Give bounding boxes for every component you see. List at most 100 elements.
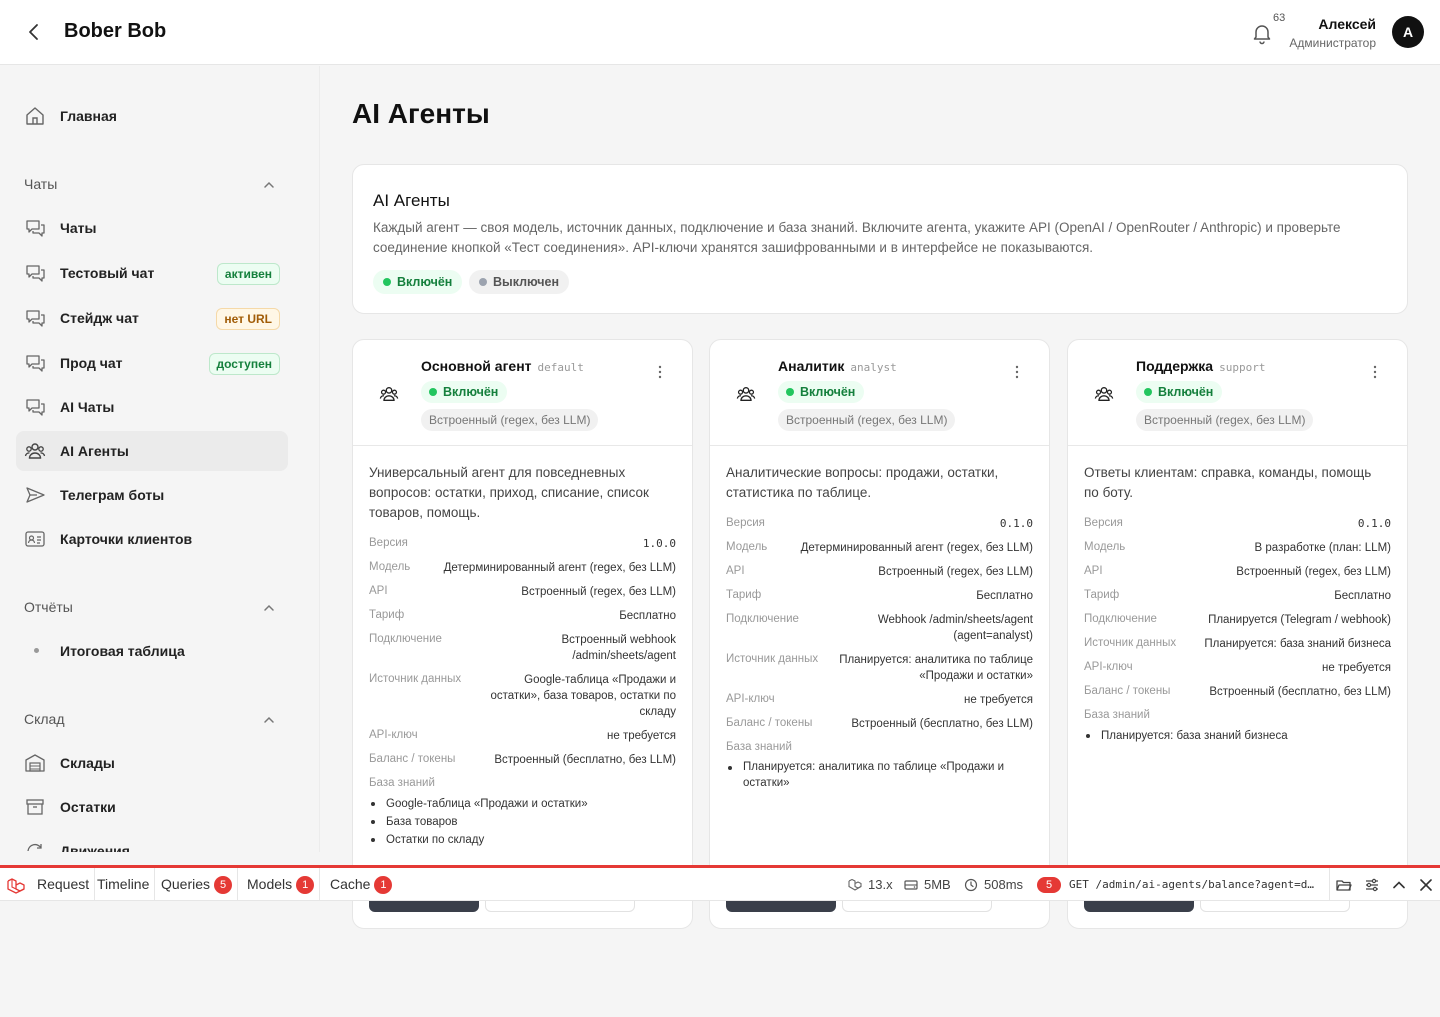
sidebar-item-warehouses[interactable]: Склады (16, 743, 288, 783)
sidebar-item-telegram-bots[interactable]: Телеграм боты (16, 475, 288, 515)
archive-icon (26, 799, 44, 815)
info-card-title: AI Агенты (373, 191, 450, 210)
sidebar-item-movements[interactable]: Движения (16, 831, 288, 852)
field-api: Встроенный (regex, без LLM) (521, 586, 676, 598)
close-icon[interactable] (1418, 877, 1434, 893)
tab-label: Models (247, 876, 293, 892)
home-icon (26, 107, 44, 125)
user-role: Администратор (1289, 36, 1376, 50)
status-text: Включён (443, 385, 499, 399)
sidebar-item-label: Прод чат (60, 355, 123, 371)
id-card-icon (25, 531, 45, 547)
field-api: Встроенный (regex, без LLM) (1236, 566, 1391, 578)
users-icon (379, 386, 399, 402)
status-badge: нет URL (216, 308, 280, 330)
field-label: Модель (726, 541, 768, 553)
bullet-dot-icon (34, 648, 39, 653)
more-vertical-icon[interactable] (1009, 364, 1025, 380)
more-vertical-icon[interactable] (652, 364, 668, 380)
sidebar-item-label: Движения (60, 843, 130, 852)
sidebar-item-chats[interactable]: Чаты (16, 208, 288, 248)
app-title: Bober Bob (64, 20, 167, 42)
list-item: Планируется: база знаний бизнеса (1084, 727, 1384, 745)
memory-stat: 5MB (904, 868, 951, 901)
info-card: AI Агенты Каждый агент — своя модель, ис… (352, 164, 1408, 314)
engine-badge: Встроенный (regex, без LLM) (421, 409, 599, 431)
agent-name-text: Аналитик (778, 358, 845, 374)
sidebar-item-label: AI Чаты (60, 399, 115, 415)
field-connection: Планируется (Telegram / webhook) (1208, 614, 1391, 626)
engine-badge: Встроенный (regex, без LLM) (778, 409, 956, 431)
tab-label: Queries (161, 876, 211, 892)
stat-value: 13.x (868, 877, 893, 892)
folder-open-icon[interactable] (1336, 877, 1352, 893)
field-label: Источник данных (1084, 637, 1177, 649)
field-model: Детерминированный агент (regex, без LLM) (800, 542, 1033, 554)
legend-disabled: Выключен (469, 270, 570, 294)
sidebar-item-test-chat[interactable]: Тестовый чат активен (16, 253, 288, 293)
sidebar-item-label: Главная (60, 108, 117, 124)
page-title: AI Агенты (352, 98, 490, 129)
section-reports-toggle[interactable]: Отчёты (24, 599, 280, 619)
sidebar-item-label: Стейдж чат (60, 310, 139, 326)
field-label: База знаний (1084, 709, 1150, 721)
sidebar-item-label: Телеграм боты (60, 487, 165, 503)
knowledge-base-list: Google-таблица «Продажи и остатки» База … (369, 795, 669, 849)
sidebar-item-summary-table[interactable]: Итоговая таблица (16, 631, 288, 671)
chevron-up-icon[interactable] (1391, 877, 1407, 893)
field-balance: Встроенный (бесплатно, без LLM) (494, 754, 676, 766)
user-name[interactable]: Алексей (1318, 16, 1376, 32)
sidebar-item-stock[interactable]: Остатки (16, 787, 288, 827)
divider (1329, 868, 1330, 901)
settings-sliders-icon[interactable] (1364, 877, 1380, 893)
users-icon (736, 386, 756, 402)
field-label: Модель (1084, 541, 1126, 553)
sidebar-item-home[interactable]: Главная (16, 96, 288, 136)
tab-timeline[interactable]: Timeline (92, 868, 156, 901)
field-model: Детерминированный агент (regex, без LLM) (443, 562, 676, 574)
laravel-logo-icon[interactable] (6, 877, 26, 895)
request-select[interactable]: GET /admin/ai-agents/balance?agent=d... (1069, 868, 1319, 901)
sidebar-item-stage-chat[interactable]: Стейдж чат нет URL (16, 298, 288, 338)
green-dot-icon (429, 388, 437, 396)
chevron-up-icon (264, 181, 274, 188)
section-warehouse-toggle[interactable]: Склад (24, 711, 280, 731)
users-icon (1094, 386, 1114, 402)
list-item: Планируется: аналитика по таблице «Прода… (726, 759, 1026, 791)
tab-cache[interactable]: Cache 1 (325, 868, 397, 901)
field-label: API-ключ (1084, 661, 1133, 673)
field-data-source: Google-таблица «Продажи и остатки», база… (490, 674, 676, 718)
stat-value: 5MB (924, 877, 951, 892)
tab-label: Request (37, 876, 90, 892)
field-label: Модель (369, 561, 411, 573)
bell-icon[interactable] (1250, 21, 1274, 45)
sidebar: Главная Чаты Чаты Тестовый чат активен С… (0, 66, 320, 852)
tab-queries[interactable]: Queries 5 (156, 868, 239, 901)
field-label: Версия (726, 517, 765, 529)
sidebar-item-client-cards[interactable]: Карточки клиентов (16, 519, 288, 559)
section-chats-toggle[interactable]: Чаты (24, 176, 280, 196)
sidebar-item-ai-agents[interactable]: AI Агенты (16, 431, 288, 471)
sidebar-item-label: Чаты (60, 220, 97, 236)
list-item: Остатки по складу (369, 831, 669, 849)
more-vertical-icon[interactable] (1367, 364, 1383, 380)
count-badge: 1 (296, 876, 315, 894)
field-label: Подключение (1084, 613, 1157, 625)
count-badge: 1 (374, 876, 393, 894)
field-label: API (1084, 565, 1103, 577)
field-tariff: Бесплатно (1334, 590, 1391, 602)
sidebar-item-prod-chat[interactable]: Прод чат доступен (16, 343, 288, 383)
green-dot-icon (383, 278, 391, 286)
warehouse-icon (25, 754, 45, 772)
tab-request[interactable]: Request (32, 868, 96, 901)
agent-card-header: Основной агент default Включён Встроенный… (353, 340, 692, 446)
field-connection: Встроенный webhook /admin/sheets/agent (561, 634, 677, 662)
field-model: В разработке (план: LLM) (1254, 542, 1391, 554)
back-arrow-icon[interactable] (22, 20, 46, 44)
sidebar-item-ai-chats[interactable]: AI Чаты (16, 387, 288, 427)
chat-icon (26, 310, 45, 327)
field-label: Подключение (369, 633, 442, 645)
avatar[interactable]: A (1392, 16, 1424, 48)
tab-models[interactable]: Models 1 (242, 868, 321, 901)
engine-badge: Встроенный (regex, без LLM) (1136, 409, 1314, 431)
